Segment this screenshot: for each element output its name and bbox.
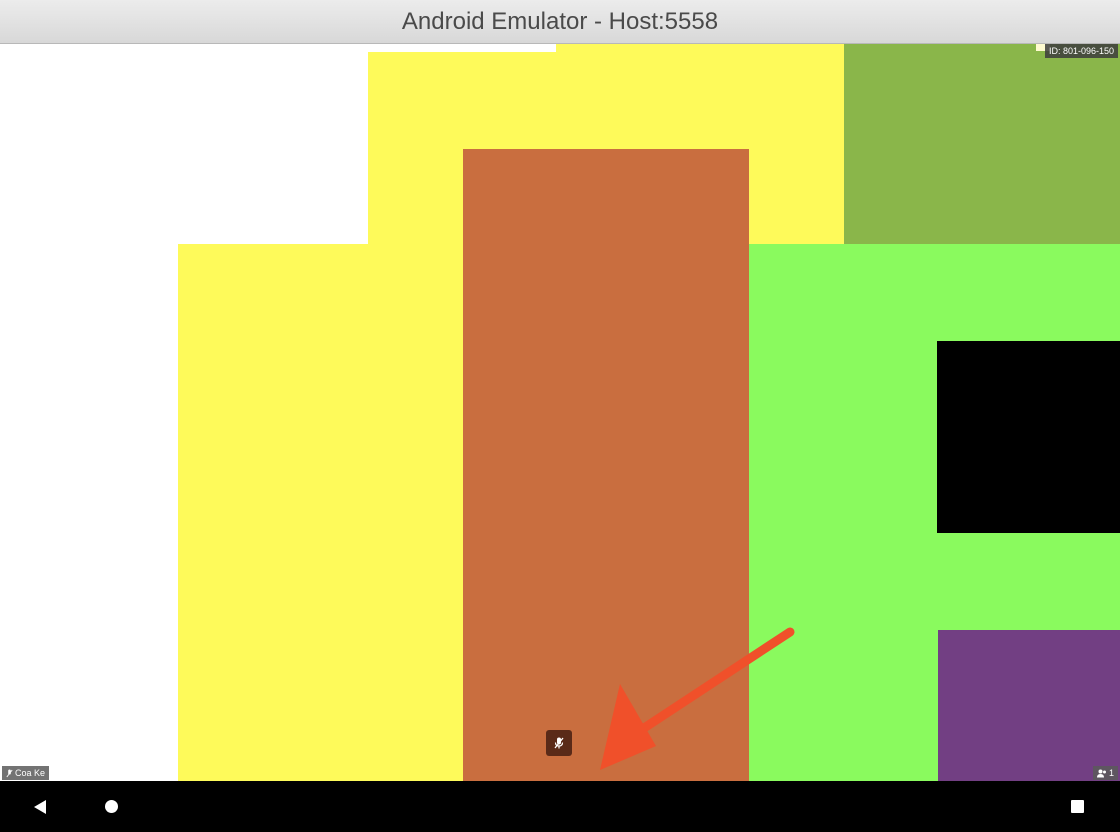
video-region-white — [0, 44, 178, 781]
microphone-muted-icon — [554, 737, 564, 749]
recents-square-icon[interactable] — [1071, 800, 1084, 813]
meeting-id-badge: ID: 801-096-150 — [1044, 44, 1118, 58]
video-region-purple — [938, 630, 1120, 781]
mute-button[interactable] — [546, 730, 572, 756]
video-region-olive — [844, 44, 1120, 246]
participants-icon — [1096, 769, 1106, 777]
window-title: Android Emulator - Host:5558 — [401, 8, 719, 35]
participant-name: Coa Ke — [15, 768, 46, 778]
participant-count: 1 — [1108, 768, 1114, 778]
android-nav-bar — [0, 781, 1120, 832]
annotation-arrow — [600, 627, 795, 770]
participants-button[interactable]: 1 — [1092, 766, 1118, 780]
video-screen[interactable]: ID: 801-096-150 Coa Ke 1 — [0, 44, 1120, 781]
video-region-yellow-left — [178, 244, 468, 781]
microphone-muted-small-icon — [6, 769, 13, 777]
video-region-black — [937, 341, 1120, 533]
emulator-window: Android Emulator - Host:5558 ID: 801-096… — [0, 0, 1120, 832]
back-triangle-icon[interactable] — [32, 799, 48, 815]
window-titlebar[interactable]: Android Emulator - Host:5558 — [0, 0, 1120, 44]
home-circle-icon[interactable] — [105, 800, 118, 813]
participant-name-tag: Coa Ke — [2, 766, 50, 780]
